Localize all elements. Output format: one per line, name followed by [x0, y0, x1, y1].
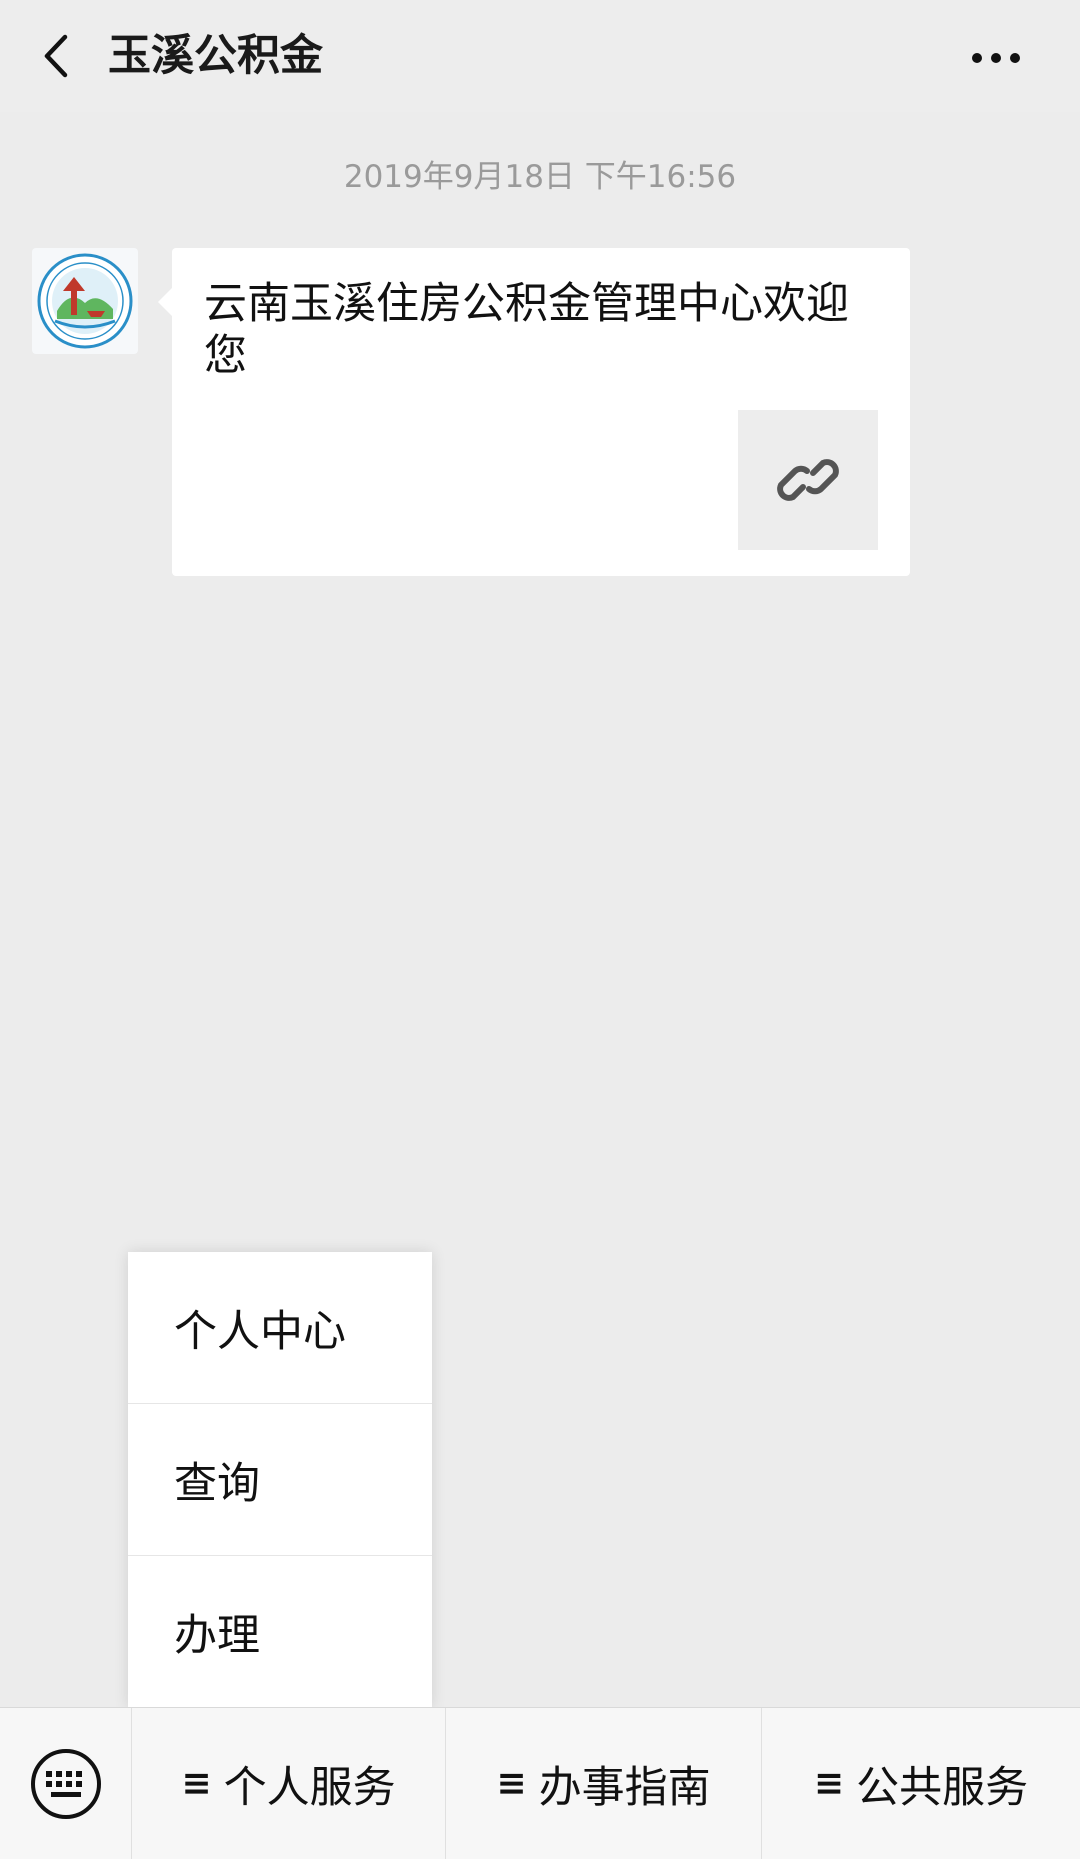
org-logo-icon [37, 253, 133, 349]
menu-tab-label: 办事指南 [538, 1762, 711, 1813]
menu-tab-personal-services[interactable]: ≡ 个人服务 [132, 1708, 446, 1859]
keyboard-icon [30, 1748, 101, 1819]
message-timestamp: 2019年9月18日 下午16:56 [343, 159, 737, 195]
submenu-item-query[interactable]: 查询 [128, 1404, 432, 1556]
link-thumbnail [738, 410, 878, 550]
avatar[interactable] [32, 248, 138, 354]
link-message-title: 云南玉溪住房公积金管理中心欢迎您 [204, 279, 849, 381]
link-message-card[interactable]: 云南玉溪住房公积金管理中心欢迎您 [172, 248, 910, 576]
submenu-popup: 个人中心 查询 办理 [128, 1252, 432, 1708]
menu-tab-guide[interactable]: ≡ 办事指南 [446, 1708, 762, 1859]
back-button[interactable] [28, 26, 84, 86]
menu-list-icon: ≡ [496, 1763, 527, 1804]
submenu-item-handle[interactable]: 办理 [128, 1556, 432, 1708]
top-nav-bar: 玉溪公积金 [0, 0, 1080, 112]
menu-list-icon: ≡ [813, 1763, 845, 1804]
more-dots-icon [972, 53, 1020, 63]
menu-tab-label: 个人服务 [223, 1762, 396, 1813]
menu-list-icon: ≡ [181, 1763, 212, 1804]
page-title: 玉溪公积金 [108, 31, 323, 81]
bottom-menu-bar: ≡ 个人服务 ≡ 办事指南 ≡ 公共服务 [0, 1707, 1080, 1859]
chevron-left-icon [44, 34, 68, 78]
menu-tab-public-services[interactable]: ≡ 公共服务 [762, 1708, 1080, 1859]
link-icon [777, 459, 839, 501]
menu-tab-label: 公共服务 [856, 1762, 1029, 1813]
more-button[interactable] [952, 34, 1040, 82]
submenu-item-personal-center[interactable]: 个人中心 [128, 1252, 432, 1404]
bubble-tail [158, 288, 172, 316]
keyboard-toggle-button[interactable] [0, 1708, 132, 1859]
